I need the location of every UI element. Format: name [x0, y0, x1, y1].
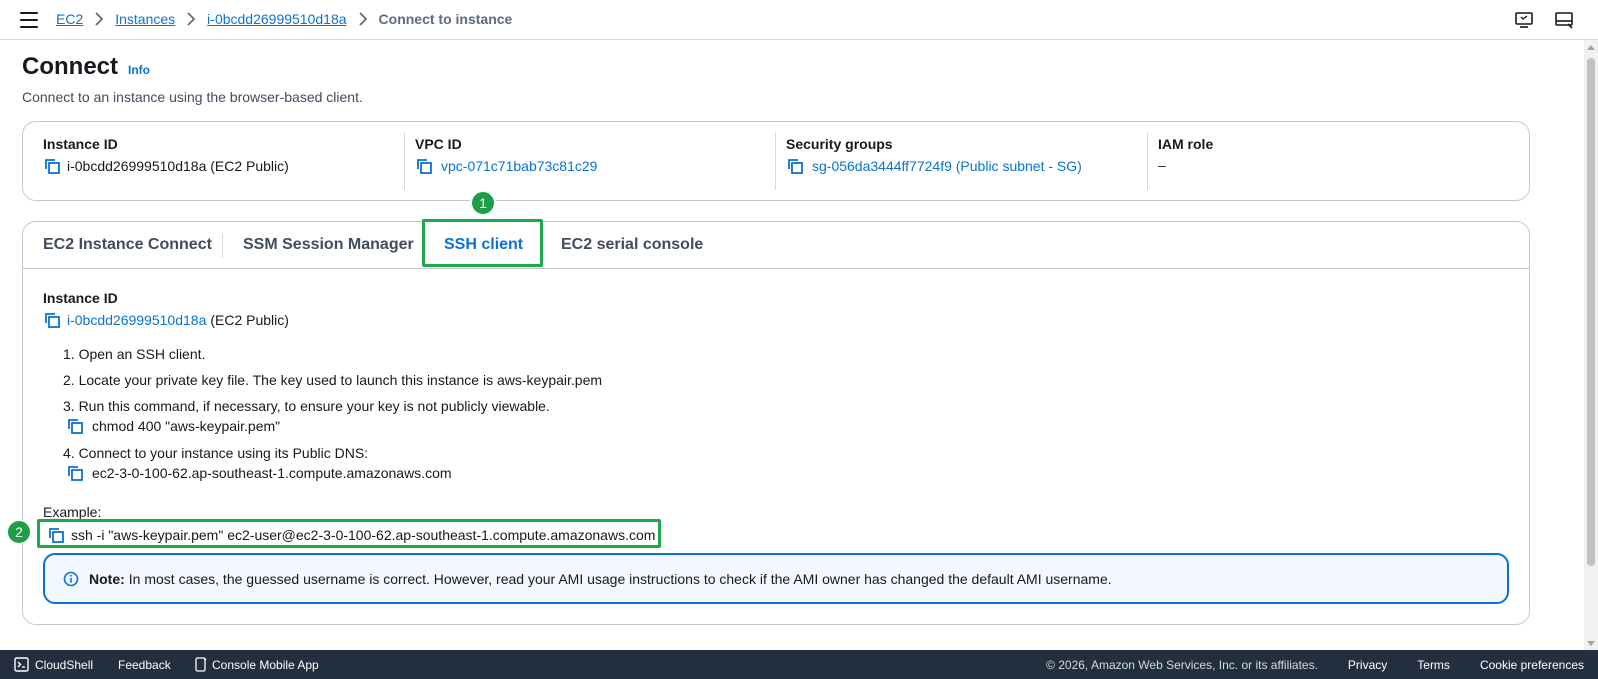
chevron-right-icon — [187, 12, 196, 26]
breadcrumb-instance-id[interactable]: i-0bcdd26999510d18a — [207, 11, 346, 27]
page-title-text: Connect — [22, 53, 118, 80]
copy-icon[interactable] — [43, 157, 61, 175]
console-mobile-app-link[interactable]: Console Mobile App — [195, 657, 319, 672]
annotation-badge-2: 2 — [6, 519, 32, 545]
note-alert: Note: In most cases, the guessed usernam… — [43, 553, 1509, 604]
detail-label: IAM role — [1158, 136, 1214, 152]
example-label: Example: — [43, 504, 102, 520]
page-title: Connect Info — [22, 53, 150, 81]
tab-divider — [222, 234, 223, 258]
divider — [404, 132, 405, 190]
security-group-link[interactable]: sg-056da3444ff7724f9 (Public subnet - SG… — [812, 158, 1082, 174]
terms-link[interactable]: Terms — [1417, 658, 1450, 672]
chevron-right-icon — [358, 12, 367, 26]
feedback-link[interactable]: Feedback — [118, 658, 171, 672]
tab-ec2-instance-connect[interactable]: EC2 Instance Connect — [43, 236, 212, 254]
instance-details-card: Instance ID i-0bcdd26999510d18a (EC2 Pub… — [22, 121, 1530, 201]
chevron-right-icon — [95, 12, 104, 26]
footer-right: © 2026, Amazon Web Services, Inc. or its… — [1046, 658, 1584, 672]
detail-label: Security groups — [786, 136, 893, 152]
step-item: 1. Open an SSH client. — [63, 346, 206, 362]
divider — [1147, 132, 1148, 190]
scroll-up-arrow-icon[interactable] — [1587, 45, 1595, 50]
tab-ec2-serial-console[interactable]: EC2 serial console — [561, 236, 703, 254]
ssh-instance-suffix: (EC2 Public) — [210, 312, 289, 328]
public-dns: ec2-3-0-100-62.ap-southeast-1.compute.am… — [66, 464, 602, 482]
copyright-text: © 2026, Amazon Web Services, Inc. or its… — [1046, 657, 1318, 672]
copy-icon[interactable] — [66, 417, 84, 435]
divider — [775, 132, 776, 190]
privacy-link[interactable]: Privacy — [1348, 658, 1387, 672]
ssh-steps-list: 1. Open an SSH client. 2. Locate your pr… — [63, 346, 602, 492]
feedback-screen-icon[interactable] — [1514, 10, 1534, 30]
chmod-command: chmod 400 "aws-keypair.pem" — [66, 417, 602, 435]
detail-value: i-0bcdd26999510d18a (EC2 Public) — [67, 158, 289, 174]
copy-icon[interactable] — [47, 526, 65, 544]
scrollbar-thumb[interactable] — [1587, 58, 1595, 566]
detail-value: – — [1158, 157, 1166, 173]
step-item: 2. Locate your private key file. The key… — [63, 372, 603, 388]
breadcrumb-current: Connect to instance — [378, 11, 513, 27]
tab-divider — [423, 234, 424, 258]
tab-ssm-session-manager[interactable]: SSM Session Manager — [243, 236, 414, 254]
detail-instance-id: Instance ID i-0bcdd26999510d18a (EC2 Pub… — [43, 136, 289, 188]
ssh-instance-label: Instance ID — [43, 290, 118, 306]
hamburger-menu-icon[interactable] — [20, 12, 38, 28]
tabs-header: EC2 Instance Connect SSM Session Manager… — [23, 222, 1529, 269]
ssh-client-panel: Instance ID i-0bcdd26999510d18a (EC2 Pub… — [43, 290, 1513, 329]
vpc-id-link[interactable]: vpc-071c71bab73c81c29 — [441, 158, 597, 174]
top-right-actions — [1514, 10, 1574, 30]
cloudshell-icon — [14, 657, 29, 672]
detail-vpc-id: VPC ID vpc-071c71bab73c81c29 — [415, 136, 597, 188]
console-footer: CloudShell Feedback Console Mobile App ©… — [0, 650, 1598, 679]
breadcrumb-ec2[interactable]: EC2 — [56, 11, 83, 27]
top-navigation-bar: EC2 Instances i-0bcdd26999510d18a Connec… — [0, 0, 1598, 40]
info-link[interactable]: Info — [128, 63, 150, 77]
split-panel-icon[interactable] — [1554, 10, 1574, 30]
step-item: 4. Connect to your instance using its Pu… — [63, 445, 602, 482]
info-icon — [63, 571, 79, 586]
copy-icon[interactable] — [415, 157, 433, 175]
breadcrumb: EC2 Instances i-0bcdd26999510d18a Connec… — [56, 11, 512, 27]
cookie-preferences-link[interactable]: Cookie preferences — [1480, 658, 1584, 672]
example-command: ssh -i "aws-keypair.pem" ec2-user@ec2-3-… — [47, 526, 655, 544]
breadcrumb-instances[interactable]: Instances — [115, 11, 175, 27]
annotation-badge-1: 1 — [470, 190, 496, 216]
copy-icon[interactable] — [66, 464, 84, 482]
page-description: Connect to an instance using the browser… — [22, 89, 363, 105]
note-label: Note: — [89, 570, 125, 587]
cloudshell-button[interactable]: CloudShell — [14, 657, 93, 672]
page-scrollbar[interactable] — [1584, 40, 1598, 650]
note-text: In most cases, the guessed username is c… — [128, 570, 1112, 587]
detail-iam-role: IAM role – — [1158, 136, 1213, 188]
ssh-instance-link[interactable]: i-0bcdd26999510d18a — [67, 312, 206, 328]
copy-icon[interactable] — [786, 157, 804, 175]
connect-tabs-card: EC2 Instance Connect SSM Session Manager… — [22, 219, 1530, 625]
step-item: 3. Run this command, if necessary, to en… — [63, 398, 602, 435]
detail-security-groups: Security groups sg-056da3444ff7724f9 (Pu… — [786, 136, 1082, 188]
tab-ssh-client[interactable]: SSH client — [444, 236, 523, 254]
detail-label: VPC ID — [415, 136, 462, 152]
mobile-icon — [195, 657, 207, 672]
scroll-down-arrow-icon[interactable] — [1587, 641, 1595, 646]
copy-icon[interactable] — [43, 311, 61, 329]
detail-label: Instance ID — [43, 136, 118, 152]
